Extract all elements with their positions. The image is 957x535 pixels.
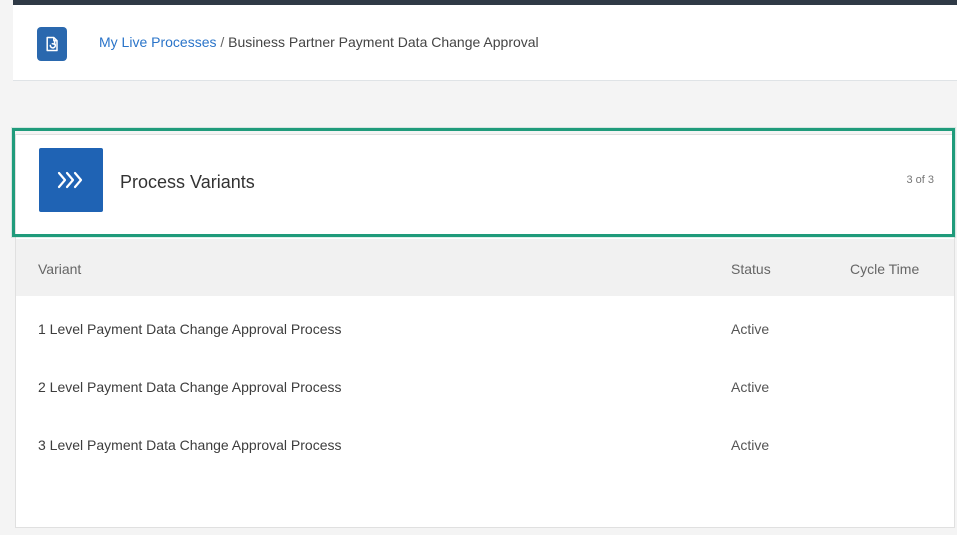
process-variants-header: Process Variants 3 of 3: [16, 135, 954, 239]
section-title: Process Variants: [120, 172, 255, 192]
variant-status: Active: [731, 321, 770, 337]
table-row[interactable]: 1 Level Payment Data Change Approval Pro…: [16, 296, 954, 354]
column-header-cycle-time[interactable]: Cycle Time: [850, 261, 919, 277]
breadcrumb-current-page: Business Partner Payment Data Change App…: [228, 34, 539, 50]
variant-status: Active: [731, 379, 770, 395]
breadcrumb-link-my-live-processes[interactable]: My Live Processes: [99, 34, 216, 50]
table-header: Variant Status Cycle Time: [16, 239, 954, 296]
variant-name: 2 Level Payment Data Change Approval Pro…: [38, 379, 342, 395]
table-row[interactable]: 3 Level Payment Data Change Approval Pro…: [16, 412, 954, 470]
breadcrumb-separator: /: [216, 34, 229, 50]
process-icon[interactable]: [37, 27, 67, 61]
page-header: My Live Processes / Business Partner Pay…: [13, 5, 957, 81]
breadcrumb: My Live Processes / Business Partner Pay…: [99, 34, 539, 50]
variant-name: 1 Level Payment Data Change Approval Pro…: [38, 321, 342, 337]
process-variants-card: Process Variants 3 of 3 Variant Status C…: [15, 134, 955, 528]
variant-name: 3 Level Payment Data Change Approval Pro…: [38, 437, 342, 453]
column-header-variant[interactable]: Variant: [38, 261, 81, 277]
item-count: 3 of 3: [906, 174, 934, 186]
column-header-status[interactable]: Status: [731, 261, 771, 277]
chevron-right-triple-icon: [39, 148, 103, 212]
variant-status: Active: [731, 437, 770, 453]
table-row[interactable]: 2 Level Payment Data Change Approval Pro…: [16, 354, 954, 412]
